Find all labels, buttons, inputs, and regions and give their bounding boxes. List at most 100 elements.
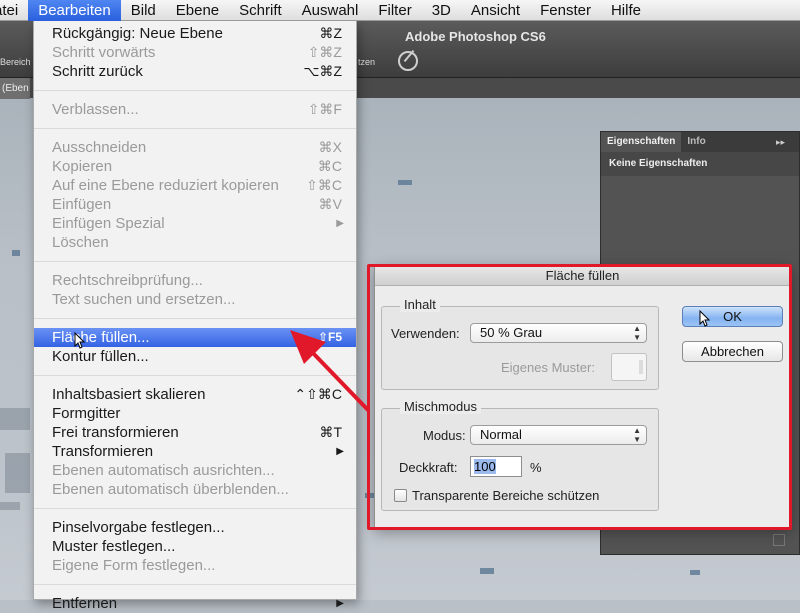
menu-item-label: Ebenen automatisch ausrichten... — [52, 462, 275, 479]
menu-separator — [34, 508, 356, 509]
menu-item-label: Eigene Form festlegen... — [52, 557, 216, 574]
submenu-arrow-icon: ▶ — [336, 218, 344, 229]
submenu-arrow-icon: ▶ — [336, 598, 344, 609]
mode-select-value: Normal — [480, 427, 522, 442]
menu-item[interactable]: Muster festlegen... — [34, 537, 356, 556]
tab-properties[interactable]: Eigenschaften — [601, 132, 682, 152]
canvas-pixel — [480, 568, 494, 574]
options-fragment-left[interactable]: Bereich — [0, 57, 31, 67]
menubar-item[interactable]: Bearbeiten — [28, 0, 121, 21]
menu-separator — [34, 318, 356, 319]
menu-item: Eigene Form festlegen... — [34, 556, 356, 575]
brush-icon[interactable] — [398, 51, 418, 71]
menu-item-label: Transformieren — [52, 443, 154, 460]
menu-item[interactable]: Formgitter — [34, 404, 356, 423]
menu-item-shortcut: ⇧⌘F — [307, 101, 342, 117]
canvas-pixel — [690, 570, 700, 575]
menu-item[interactable]: Transformieren ▶ — [34, 442, 356, 461]
menu-item-label: Einfügen — [52, 196, 112, 213]
menu-item: Ausschneiden ⌘X — [34, 138, 356, 157]
menu-item: Einfügen ⌘V — [34, 195, 356, 214]
opacity-label: Deckkraft: — [399, 460, 458, 475]
menu-item-label: Muster festlegen... — [52, 538, 176, 555]
menu-item: Auf eine Ebene reduziert kopieren ⇧⌘C — [34, 176, 356, 195]
menu-item-label: Ebenen automatisch überblenden... — [52, 481, 289, 498]
menu-separator — [34, 90, 356, 91]
menu-item[interactable]: Frei transformieren ⌘T — [34, 423, 356, 442]
menu-separator — [34, 375, 356, 376]
options-fragment-right[interactable]: tzen — [358, 57, 375, 67]
canvas-pixel — [12, 250, 20, 256]
menu-item-label: Auf eine Ebene reduziert kopieren — [52, 177, 279, 194]
menu-item: Löschen — [34, 233, 356, 252]
fill-dialog: Fläche füllen Inhalt Verwenden: 50 % Gra… — [374, 265, 791, 528]
menu-item-label: Schritt zurück — [52, 63, 143, 80]
content-group-title: Inhalt — [400, 297, 440, 312]
cancel-button[interactable]: Abbrechen — [682, 341, 783, 362]
trash-icon[interactable] — [773, 534, 785, 546]
properties-tabs: Eigenschaften Info ▸▸ — [601, 132, 799, 152]
menu-item-shortcut: ⇧F5 — [317, 330, 342, 344]
menu-item-label: Formgitter — [52, 405, 121, 422]
canvas-pixel — [5, 453, 30, 493]
tab-info[interactable]: Info — [681, 132, 711, 152]
menu-item-shortcut: ⌘X — [318, 139, 342, 155]
menu-separator — [34, 584, 356, 585]
content-group: Inhalt Verwenden: 50 % Grau ▲ ▼ Eigenes M… — [381, 297, 659, 390]
use-select-value: 50 % Grau — [480, 325, 543, 340]
menu-item: Einfügen Spezial ▶ — [34, 214, 356, 233]
menu-item-label: Entfernen — [52, 595, 118, 612]
preserve-transparency-checkbox[interactable] — [394, 489, 407, 502]
menu-item-label: Einfügen Spezial — [52, 215, 165, 232]
menu-item-shortcut: ⌃⇧⌘C — [294, 386, 342, 402]
menu-item-shortcut: ⌘T — [319, 424, 342, 440]
menu-item[interactable]: Entfernen ▶ — [34, 594, 356, 613]
menu-item[interactable]: Rückgängig: Neue Ebene ⌘Z — [34, 24, 356, 43]
document-tab[interactable]: (Eben — [0, 78, 30, 99]
menu-item-label: Rechtschreibprüfung... — [52, 272, 203, 289]
menu-item-shortcut: ⌘Z — [319, 25, 342, 41]
menu-item: Rechtschreibprüfung... — [34, 271, 356, 290]
cursor-pointer-icon — [699, 310, 711, 327]
menubar-item[interactable]: Fenster — [530, 0, 601, 21]
menu-item-label: Kontur füllen... — [52, 348, 149, 365]
opacity-value: 100 — [474, 459, 496, 474]
edit-menu: Rückgängig: Neue Ebene ⌘Z Schritt vorwärts… — [33, 21, 357, 612]
menubar-item[interactable]: Schrift — [229, 0, 292, 21]
menu-item-label: Verblassen... — [52, 101, 139, 118]
custom-pattern-picker — [611, 353, 647, 381]
menubar-item[interactable]: Ansicht — [461, 0, 530, 21]
menu-item: Text suchen und ersetzen... — [34, 290, 356, 309]
menu-item: Kopieren ⌘C — [34, 157, 356, 176]
menubar-item[interactable]: Ebene — [166, 0, 229, 21]
menubar-item[interactable]: 3D — [422, 0, 461, 21]
blend-group: Mischmodus Modus: Normal ▲ ▼ Deckkraft: 1… — [381, 399, 659, 511]
menu-item[interactable]: Schritt zurück ⌥⌘Z — [34, 62, 356, 81]
panel-collapse-icon[interactable]: ▸▸ — [762, 132, 799, 152]
menubar-item[interactable]: Auswahl — [292, 0, 369, 21]
blend-group-title: Mischmodus — [400, 399, 481, 414]
menu-item-label: Frei transformieren — [52, 424, 179, 441]
menubar-item[interactable]: Hilfe — [601, 0, 651, 21]
updown-icon: ▲ ▼ — [633, 426, 641, 444]
use-select[interactable]: 50 % Grau ▲ ▼ — [470, 323, 647, 343]
menubar-item[interactable]: atei — [0, 0, 28, 21]
menu-item-label: Löschen — [52, 234, 109, 251]
menu-item: Verblassen... ⇧⌘F — [34, 100, 356, 119]
menubar-item[interactable]: Filter — [368, 0, 421, 21]
opacity-unit: % — [530, 460, 542, 475]
mode-select[interactable]: Normal ▲ ▼ — [470, 425, 647, 445]
opacity-input[interactable]: 100 — [470, 456, 522, 477]
menu-separator — [34, 128, 356, 129]
ok-button[interactable]: OK — [682, 306, 783, 327]
menu-item-shortcut: ⌥⌘Z — [303, 63, 342, 79]
menu-item-label: Inhaltsbasiert skalieren — [52, 386, 206, 403]
menubar-item[interactable]: Bild — [121, 0, 166, 21]
canvas-pixel — [0, 408, 30, 430]
menu-item[interactable]: Pinselvorgabe festlegen... — [34, 518, 356, 537]
menu-item-label: Kopieren — [52, 158, 113, 175]
menu-item[interactable]: Inhaltsbasiert skalieren ⌃⇧⌘C — [34, 385, 356, 404]
menu-item-shortcut: ⇧⌘Z — [307, 44, 342, 60]
menu-item: Schritt vorwärts ⇧⌘Z — [34, 43, 356, 62]
menu-item-label: Pinselvorgabe festlegen... — [52, 519, 225, 536]
